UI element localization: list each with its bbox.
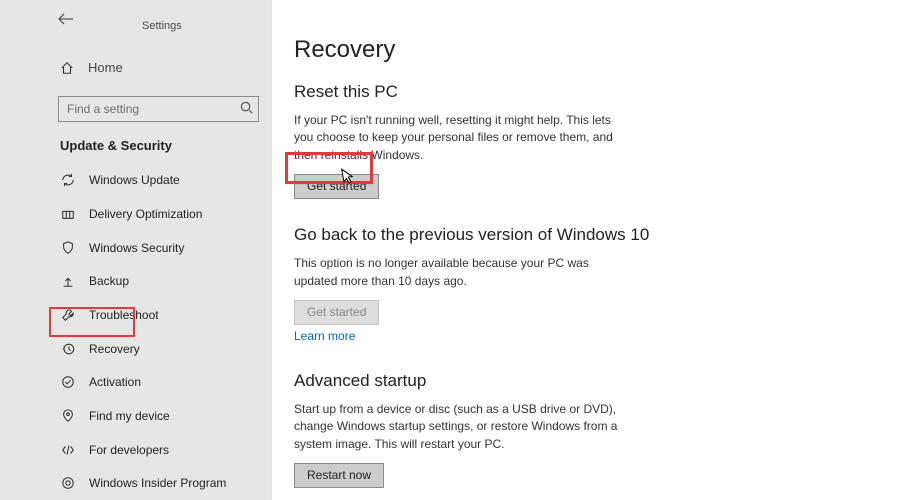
sidebar-item-label: Troubleshoot: [89, 308, 159, 322]
restart-now-button[interactable]: Restart now: [294, 463, 384, 488]
sidebar-item-label: Recovery: [89, 342, 140, 356]
sidebar-item-windows-security[interactable]: Windows Security: [0, 231, 271, 265]
reset-get-started-button[interactable]: Get started: [294, 174, 379, 199]
find-icon: [60, 408, 75, 423]
sidebar-item-label: Windows Security: [89, 241, 184, 255]
sidebar-item-troubleshoot[interactable]: Troubleshoot: [0, 298, 271, 332]
sidebar-item-windows-update[interactable]: Windows Update: [0, 163, 271, 197]
wrench-icon: [60, 307, 75, 322]
sidebar-item-label: Activation: [89, 375, 141, 389]
sidebar-item-insider[interactable]: Windows Insider Program: [0, 466, 271, 500]
sidebar-item-find-my-device[interactable]: Find my device: [0, 399, 271, 433]
search-icon: [239, 100, 254, 115]
settings-sidebar: Settings Home Update & Security Windows …: [0, 0, 272, 500]
home-nav[interactable]: Home: [0, 54, 271, 82]
sidebar-item-activation[interactable]: Activation: [0, 365, 271, 399]
shield-icon: [60, 240, 75, 255]
section-heading: Advanced startup: [294, 371, 900, 391]
insider-icon: [60, 476, 75, 491]
sidebar-item-label: Delivery Optimization: [89, 207, 202, 221]
page-title: Recovery: [294, 36, 900, 64]
section-go-back: Go back to the previous version of Windo…: [294, 225, 900, 345]
sidebar-item-label: Find my device: [89, 409, 170, 423]
sidebar-item-backup[interactable]: Backup: [0, 264, 271, 298]
section-advanced-startup: Advanced startup Start up from a device …: [294, 371, 900, 488]
home-label: Home: [88, 60, 123, 75]
main-content: Recovery Reset this PC If your PC isn't …: [272, 0, 900, 500]
sync-icon: [60, 173, 75, 188]
backup-icon: [60, 274, 75, 289]
back-button[interactable]: [58, 12, 74, 26]
search-box: [58, 96, 259, 122]
sidebar-section-title: Update & Security: [0, 138, 271, 153]
sidebar-item-label: For developers: [89, 443, 169, 457]
sidebar-item-label: Windows Update: [89, 173, 180, 187]
delivery-icon: [60, 206, 75, 221]
arrow-left-icon: [58, 12, 74, 26]
home-icon: [60, 61, 74, 75]
sidebar-item-for-developers[interactable]: For developers: [0, 433, 271, 467]
window-title: Settings: [56, 20, 182, 32]
search-input[interactable]: [58, 96, 259, 122]
sidebar-item-label: Windows Insider Program: [89, 476, 226, 490]
goback-get-started-button: Get started: [294, 300, 379, 325]
section-heading: Go back to the previous version of Windo…: [294, 225, 900, 245]
check-icon: [60, 375, 75, 390]
sidebar-item-recovery[interactable]: Recovery: [0, 332, 271, 366]
section-heading: Reset this PC: [294, 82, 900, 102]
sidebar-item-label: Backup: [89, 274, 129, 288]
section-description: If your PC isn't running well, resetting…: [294, 112, 624, 164]
learn-more-link[interactable]: Learn more: [294, 329, 355, 343]
section-description: This option is no longer available becau…: [294, 255, 624, 290]
section-description: Start up from a device or disc (such as …: [294, 401, 624, 453]
devmode-icon: [60, 442, 75, 457]
section-reset-pc: Reset this PC If your PC isn't running w…: [294, 82, 900, 199]
history-icon: [60, 341, 75, 356]
sidebar-item-delivery-optimization[interactable]: Delivery Optimization: [0, 197, 271, 231]
